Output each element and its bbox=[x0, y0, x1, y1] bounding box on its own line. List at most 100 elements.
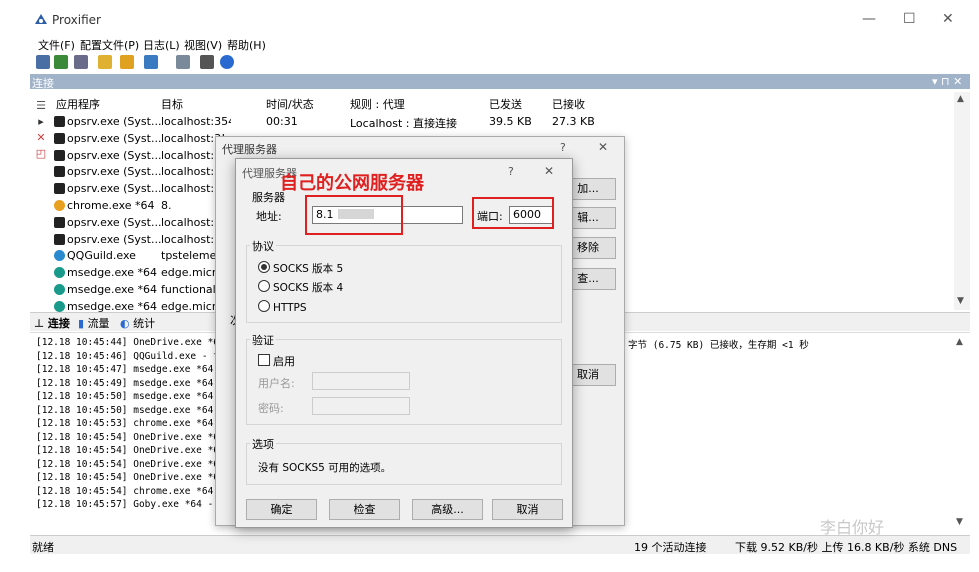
log-line: [12.18 10:45:54] OneDrive.exe *64 - bbox=[36, 472, 237, 483]
panel-controls-icon[interactable]: ▾ ⊓ ✕ bbox=[932, 75, 962, 88]
https-label: HTTPS bbox=[273, 302, 307, 314]
status-active-connections: 19 个活动连接 bbox=[634, 541, 707, 554]
clear-icon[interactable]: ◰ bbox=[35, 148, 47, 160]
column-header-app[interactable]: 应用程序 bbox=[56, 96, 100, 112]
open-profile-icon[interactable] bbox=[120, 55, 134, 69]
log-line-right: 字节 (6.75 KB) 已接收，生存期 <1 秒 bbox=[628, 340, 809, 351]
scroll-up-icon[interactable]: ▲ bbox=[957, 94, 964, 104]
protocol-group-label: 协议 bbox=[250, 238, 276, 254]
log-line: [12.18 10:45:53] chrome.exe *64 - 8. bbox=[36, 418, 242, 429]
advanced-button[interactable]: 高级... bbox=[412, 499, 483, 520]
https-radio[interactable]: HTTPS bbox=[258, 300, 307, 314]
menu-log[interactable]: 日志(L) bbox=[143, 37, 180, 53]
menu-help[interactable]: 帮助(H) bbox=[227, 37, 266, 53]
log-line: [12.18 10:45:49] msedge.exe *64 - bbox=[36, 377, 225, 389]
dialog-help-icon[interactable]: ? bbox=[560, 141, 566, 154]
tab-connections[interactable]: ⊥ 连接 bbox=[34, 315, 70, 331]
expand-icon[interactable]: ▸ bbox=[35, 116, 47, 128]
connections-scrollbar[interactable]: ▲ ▼ bbox=[954, 92, 970, 310]
tab-traffic-label: 流量 bbox=[87, 317, 110, 330]
socks5-radio[interactable]: SOCKS 版本 5 bbox=[258, 261, 343, 276]
print-icon[interactable] bbox=[200, 55, 214, 69]
log-scroll-down-icon[interactable]: ▼ bbox=[956, 517, 963, 527]
tab-statistics[interactable]: ◐ 统计 bbox=[120, 315, 155, 331]
edit-dialog-help-icon[interactable]: ? bbox=[508, 165, 514, 178]
dialog-close-button[interactable]: ✕ bbox=[598, 140, 608, 154]
column-header-target[interactable]: 目标 bbox=[161, 96, 183, 112]
cell-app: msedge.exe *64 bbox=[67, 299, 157, 313]
address-label: 地址: bbox=[256, 210, 282, 223]
status-traffic: 下载 9.52 KB/秒 上传 16.8 KB/秒 系统 DNS bbox=[735, 541, 958, 554]
log-settings-icon[interactable] bbox=[176, 55, 190, 69]
socks4-radio[interactable]: SOCKS 版本 4 bbox=[258, 280, 343, 295]
connections-tab-icon: ⊥ bbox=[34, 317, 45, 330]
save-profile-icon[interactable] bbox=[144, 55, 158, 69]
password-label: 密码: bbox=[258, 402, 284, 415]
rules-icon[interactable] bbox=[54, 55, 68, 69]
enable-auth-label: 启用 bbox=[273, 355, 295, 368]
port-highlight-box bbox=[472, 197, 554, 229]
enable-auth-box bbox=[258, 354, 270, 366]
list-view-icon[interactable]: ☰ bbox=[35, 100, 47, 112]
column-header-received[interactable]: 已接收 bbox=[552, 96, 585, 112]
proxy-servers-dialog-title: 代理服务器 bbox=[222, 143, 277, 156]
log-scroll-up-icon[interactable]: ▲ bbox=[956, 337, 963, 347]
log-line: [12.18 10:45:54] OneDrive.exe *64 - bbox=[36, 445, 237, 456]
maximize-button[interactable]: ☐ bbox=[903, 12, 916, 26]
cell-rule: Localhost : 直接连接 bbox=[350, 117, 457, 130]
options-text: 没有 SOCKS5 可用的选项。 bbox=[258, 462, 392, 474]
cancel-button[interactable]: 取消 bbox=[492, 499, 563, 520]
chrome-app-icon bbox=[54, 200, 65, 211]
cell-app: opsrv.exe (Syst... bbox=[67, 165, 162, 179]
title-bar: Proxifier — ☐ ✕ bbox=[0, 0, 979, 34]
cell-time: 00:31 bbox=[266, 115, 298, 128]
cell-app: msedge.exe *64 bbox=[67, 283, 157, 296]
log-line: [12.18 10:45:46] QQGuild.exe - tp bbox=[36, 350, 225, 362]
new-profile-icon[interactable] bbox=[98, 55, 112, 69]
socks5-radio-dot bbox=[258, 261, 270, 273]
proxifier-logo-icon bbox=[35, 14, 47, 24]
log-line: [12.18 10:45:54] OneDrive.exe *64 - bbox=[36, 431, 237, 443]
black-app-icon bbox=[54, 216, 65, 228]
cell-app: opsrv.exe (Syst... bbox=[67, 215, 162, 229]
traffic-tab-icon: ▮ bbox=[78, 317, 85, 330]
watermark: 李白你好 bbox=[820, 518, 885, 537]
proxy-servers-icon[interactable] bbox=[36, 55, 50, 69]
scroll-down-icon[interactable]: ▼ bbox=[957, 296, 964, 306]
tab-traffic[interactable]: ▮ 流量 bbox=[78, 315, 110, 331]
menu-profile[interactable]: 配置文件(P) bbox=[80, 37, 139, 53]
app-title: Proxifier bbox=[52, 13, 101, 27]
menu-file[interactable]: 文件(F) bbox=[38, 37, 75, 53]
black-app-icon bbox=[54, 149, 65, 161]
cell-sent: 39.5 KB bbox=[489, 115, 532, 128]
column-header-time[interactable]: 时间/状态 bbox=[266, 96, 314, 112]
log-line: [12.18 10:45:47] msedge.exe *64 - bbox=[36, 364, 225, 375]
close-button[interactable]: ✕ bbox=[942, 12, 954, 26]
menu-view[interactable]: 视图(V) bbox=[184, 37, 222, 53]
cell-app: chrome.exe *64 bbox=[67, 199, 155, 212]
options-group-label: 选项 bbox=[250, 436, 276, 452]
resolution-icon[interactable] bbox=[74, 55, 88, 69]
cell-app: opsrv.exe (Syst... bbox=[67, 131, 162, 145]
cell-app: opsrv.exe (Syst... bbox=[67, 182, 162, 196]
log-line: [12.18 10:45:54] chrome.exe *64 - 8. bbox=[36, 485, 242, 497]
check-button[interactable]: 检查 bbox=[329, 499, 400, 520]
status-ready: 就绪 bbox=[32, 541, 54, 554]
black-app-icon bbox=[54, 116, 65, 127]
cell-target: localhost:35432 bbox=[161, 115, 231, 128]
password-input[interactable] bbox=[312, 397, 410, 415]
close-connection-icon[interactable]: ✕ bbox=[35, 132, 47, 144]
edit-dialog-close-button[interactable]: ✕ bbox=[544, 164, 554, 178]
column-header-rule[interactable]: 规则 : 代理 bbox=[350, 96, 405, 112]
enable-auth-checkbox[interactable]: 启用 bbox=[258, 353, 295, 369]
username-input[interactable] bbox=[312, 372, 410, 390]
help-icon[interactable] bbox=[220, 55, 234, 69]
column-header-sent[interactable]: 已发送 bbox=[489, 96, 522, 112]
https-radio-dot bbox=[258, 300, 270, 312]
address-highlight-box bbox=[305, 195, 403, 235]
log-line: [12.18 10:45:50] msedge.exe *64 - ed bbox=[36, 391, 242, 402]
minimize-button[interactable]: — bbox=[862, 12, 876, 26]
socks5-label: SOCKS 版本 5 bbox=[273, 263, 344, 275]
black-app-icon bbox=[54, 166, 65, 178]
ok-button[interactable]: 确定 bbox=[246, 499, 317, 520]
